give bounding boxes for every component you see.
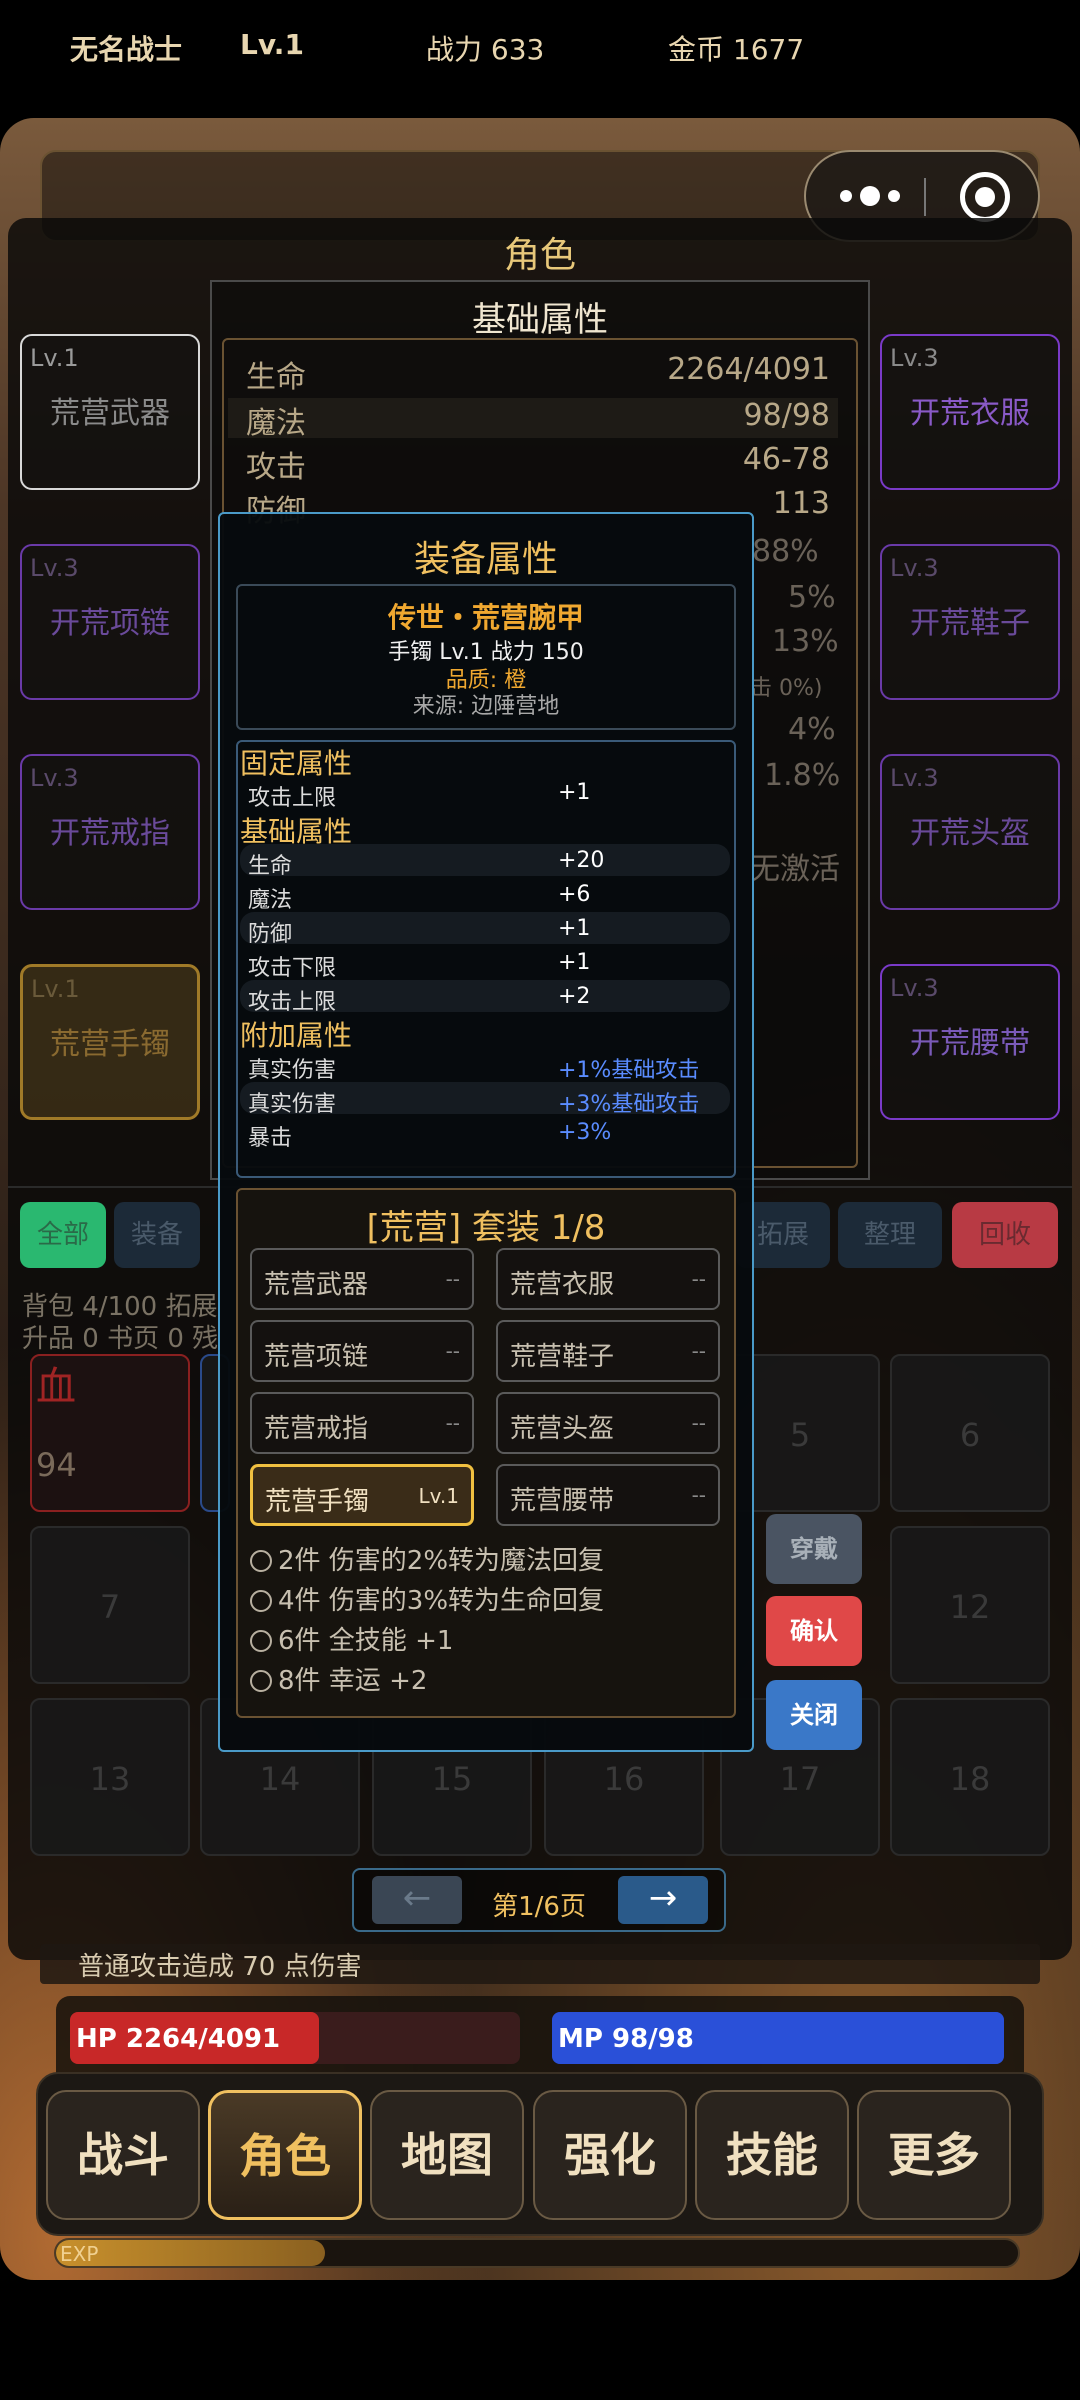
tab-equipment[interactable]: 装备 <box>114 1202 200 1268</box>
player-name: 无名战士 <box>70 33 183 66</box>
nav-battle[interactable]: 战斗 <box>46 2090 200 2220</box>
slot-level: Lv.3 <box>890 974 939 1002</box>
set-piece[interactable]: 荒营鞋子 -- <box>496 1320 720 1382</box>
gold-value: 金币 1677 <box>668 33 805 66</box>
attr-row: 真实伤害 +3%基础攻击 <box>240 1082 730 1117</box>
close-circle-icon[interactable] <box>960 172 1010 222</box>
modal-title: 装备属性 <box>413 539 558 580</box>
set-bonus-8: 8件 幸运 +2 <box>250 1660 427 1697</box>
stat-row-hp: 生命 2264/4091 <box>246 352 830 395</box>
combat-log-text: 普通攻击造成 70 点伤害 <box>78 1952 362 1982</box>
set-piece[interactable]: 荒营项链 -- <box>250 1320 474 1382</box>
bag-slot[interactable]: 6 <box>890 1354 1050 1512</box>
attr-row: 攻击上限 +1 <box>248 780 591 811</box>
radio-icon <box>250 1630 272 1652</box>
bag-slot[interactable]: 18 <box>890 1698 1050 1856</box>
nav-map[interactable]: 地图 <box>370 2090 524 2220</box>
hp-label: HP 2264/4091 <box>76 2024 281 2054</box>
attr-row: 暴击 +3% <box>248 1120 612 1151</box>
nav-more[interactable]: 更多 <box>857 2090 1011 2220</box>
stat-partial: 4% <box>788 712 836 747</box>
set-piece[interactable]: 荒营武器 -- <box>250 1248 474 1310</box>
confirm-button[interactable]: 确认 <box>766 1596 862 1666</box>
stat-partial: 5% <box>788 580 836 615</box>
stat-partial: 1.8% <box>764 758 841 793</box>
base-attributes-title: 基础属性 <box>472 300 608 340</box>
more-dots-icon[interactable] <box>832 184 926 210</box>
slot-name: 开荒腰带 <box>910 1026 1030 1061</box>
radio-icon <box>250 1670 272 1692</box>
page-title: 角色 <box>503 235 576 276</box>
close-button[interactable]: 关闭 <box>766 1680 862 1750</box>
bag-slot[interactable]: 13 <box>30 1698 190 1856</box>
equip-slot-shoes[interactable]: Lv.3 开荒鞋子 <box>880 544 1060 700</box>
wear-button[interactable]: 穿戴 <box>766 1514 862 1584</box>
equip-slot-clothes[interactable]: Lv.3 开荒衣服 <box>880 334 1060 490</box>
nav-skills[interactable]: 技能 <box>695 2090 849 2220</box>
set-piece[interactable]: 荒营衣服 -- <box>496 1248 720 1310</box>
bag-slot[interactable]: 7 <box>30 1526 190 1684</box>
mp-bar: MP 98/98 <box>552 2012 1004 2064</box>
equip-slot-necklace[interactable]: Lv.3 开荒项链 <box>20 544 200 700</box>
bag-slot[interactable]: 12 <box>890 1526 1050 1684</box>
hp-bar: HP 2264/4091 <box>70 2012 520 2064</box>
set-activation-status: 无激活 <box>750 852 840 887</box>
attr-row: 攻击下限 +1 <box>248 950 591 981</box>
attr-row: 真实伤害 +1%基础攻击 <box>248 1058 700 1083</box>
radio-icon <box>250 1550 272 1572</box>
slot-level: Lv.1 <box>30 344 79 372</box>
equip-slot-weapon[interactable]: Lv.1 荒营武器 <box>20 334 200 490</box>
attr-row: 生命 +20 <box>240 844 730 879</box>
slot-level: Lv.3 <box>30 554 79 582</box>
equip-slot-ring[interactable]: Lv.3 开荒戒指 <box>20 754 200 910</box>
stat-row-attack: 攻击 46-78 <box>246 442 830 485</box>
slot-name: 开荒戒指 <box>50 816 170 851</box>
slot-name: 荒营武器 <box>50 396 170 431</box>
slot-level: Lv.3 <box>890 764 939 792</box>
exp-label: EXP <box>60 2242 99 2266</box>
attr-row: 攻击上限 +2 <box>240 980 730 1015</box>
set-title: [荒营] 套装 1/8 <box>366 1208 606 1248</box>
slot-name: 开荒项链 <box>50 606 170 641</box>
slot-name: 开荒鞋子 <box>910 606 1030 641</box>
tab-all[interactable]: 全部 <box>20 1202 106 1268</box>
equip-slot-helmet[interactable]: Lv.3 开荒头盔 <box>880 754 1060 910</box>
set-bonus-2: 2件 伤害的2%转为魔法回复 <box>250 1540 604 1577</box>
slot-name: 荒营手镯 <box>50 1027 170 1062</box>
set-bonus-6: 6件 全技能 +1 <box>250 1620 453 1657</box>
set-piece[interactable]: 荒营头盔 -- <box>496 1392 720 1454</box>
item-name: 传世・荒营腕甲 <box>387 601 584 634</box>
power-value: 战力 633 <box>426 33 545 66</box>
sort-button[interactable]: 整理 <box>838 1202 942 1268</box>
set-piece[interactable]: 荒营戒指 -- <box>250 1392 474 1454</box>
slot-name: 开荒衣服 <box>910 396 1030 431</box>
item-source: 来源: 边陲营地 <box>412 694 560 719</box>
stat-row-mp: 魔法 98/98 <box>228 398 838 441</box>
equip-slot-belt[interactable]: Lv.3 开荒腰带 <box>880 964 1060 1120</box>
slot-level: Lv.3 <box>890 554 939 582</box>
set-piece-owned[interactable]: 荒营手镯 Lv.1 <box>250 1464 474 1526</box>
nav-enhance[interactable]: 强化 <box>533 2090 687 2220</box>
radio-icon <box>250 1590 272 1612</box>
next-page-button[interactable]: → <box>618 1876 708 1924</box>
attr-row: 魔法 +6 <box>248 882 591 913</box>
slot-name: 开荒头盔 <box>910 816 1030 851</box>
item-count: 94 <box>36 1446 77 1484</box>
nav-character[interactable]: 角色 <box>208 2090 362 2220</box>
attr-row: 防御 +1 <box>240 912 730 947</box>
set-piece[interactable]: 荒营腰带 -- <box>496 1464 720 1526</box>
stat-partial: 88% <box>752 534 819 569</box>
slot-level: Lv.3 <box>30 764 79 792</box>
stat-partial: 13% <box>772 624 839 659</box>
slot-level: Lv.3 <box>890 344 939 372</box>
equip-slot-bracelet[interactable]: Lv.1 荒营手镯 <box>20 964 200 1120</box>
player-level: Lv.1 <box>240 28 304 61</box>
slot-level: Lv.1 <box>31 975 80 1003</box>
set-bonus-4: 4件 伤害的3%转为生命回复 <box>250 1580 604 1617</box>
mp-label: MP 98/98 <box>558 2024 694 2054</box>
recycle-button[interactable]: 回收 <box>952 1202 1058 1268</box>
exp-bar: EXP <box>54 2238 1020 2268</box>
stat-partial: 击 0%) <box>750 676 823 701</box>
bag-slot-blood[interactable]: 血 94 <box>30 1354 190 1512</box>
